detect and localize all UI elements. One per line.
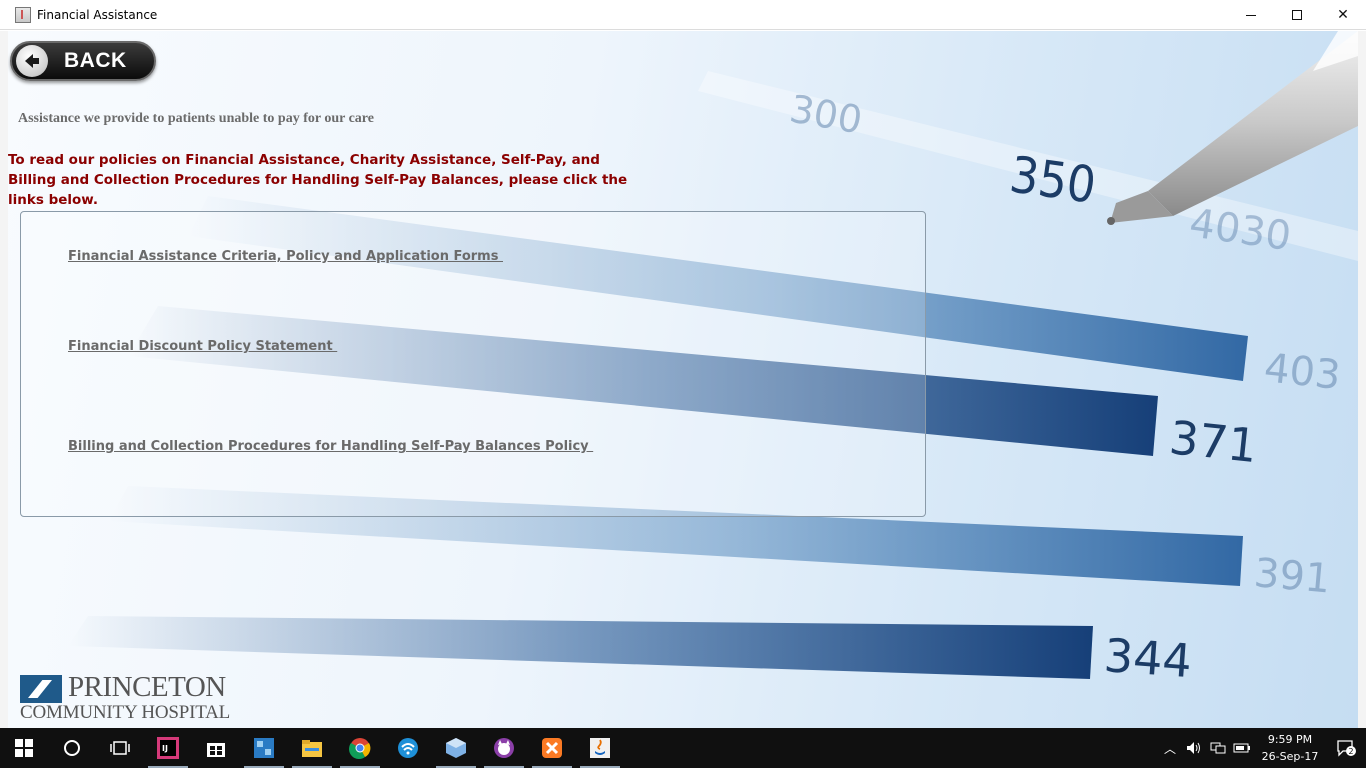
taskbar-app-file-explorer[interactable] — [288, 728, 336, 768]
app-window: Financial Assistance ✕ 350 371 344 300 4… — [0, 0, 1366, 728]
chart-value-blur: 391 — [1252, 550, 1332, 602]
maximize-button[interactable] — [1274, 0, 1320, 30]
content-area: 350 371 344 300 4030 403 391 BACK Assist… — [8, 31, 1358, 728]
tray-overflow-button[interactable]: ︿ — [1158, 728, 1182, 768]
chart-bar — [68, 616, 1093, 679]
taskbar-app-virtualbox[interactable] — [432, 728, 480, 768]
battery-button[interactable] — [1230, 728, 1254, 768]
chart-value-371: 371 — [1167, 410, 1260, 473]
windows-start-icon — [15, 739, 33, 757]
taskbar-app-cat[interactable] — [480, 728, 528, 768]
chart-value-blur: 403 — [1262, 345, 1343, 399]
network-button[interactable] — [1206, 728, 1230, 768]
cat-app-icon — [494, 738, 514, 758]
taskbar-app-java[interactable] — [576, 728, 624, 768]
chart-value-350: 350 — [1006, 145, 1099, 214]
java-icon — [590, 738, 610, 758]
task-view-icon — [110, 741, 130, 755]
file-explorer-icon — [302, 740, 322, 757]
minimize-icon — [1246, 14, 1256, 16]
taskbar-app-wifi[interactable] — [384, 728, 432, 768]
taskbar-app-chrome[interactable] — [336, 728, 384, 768]
back-button[interactable]: BACK — [10, 41, 156, 81]
window-title: Financial Assistance — [37, 7, 158, 22]
policy-links-panel: Financial Assistance Criteria, Policy an… — [20, 211, 926, 517]
notification-count: 2 — [1348, 747, 1353, 756]
speaker-icon — [1187, 742, 1200, 754]
link-financial-discount-policy[interactable]: Financial Discount Policy Statement — [68, 339, 337, 354]
taskbar: IJ ︿ 9:59 PM 26-Sep-17 2 — [0, 728, 1366, 768]
close-icon: ✕ — [1337, 7, 1349, 23]
chart-value-blur: 4030 — [1187, 200, 1294, 260]
link-billing-collection-procedures[interactable]: Billing and Collection Procedures for Ha… — [68, 439, 593, 454]
window-border-right — [1358, 31, 1366, 728]
clock-date: 26-Sep-17 — [1261, 750, 1319, 763]
minimize-button[interactable] — [1228, 0, 1274, 30]
intellij-icon: IJ — [157, 737, 179, 759]
taskbar-app-xampp[interactable] — [528, 728, 576, 768]
action-center-button[interactable]: 2 — [1326, 728, 1366, 768]
chrome-icon — [349, 738, 371, 759]
start-button[interactable] — [0, 728, 48, 768]
taskbar-app-store[interactable] — [192, 728, 240, 768]
chart-value-blur: 300 — [786, 87, 865, 143]
cortana-icon — [64, 740, 80, 756]
maximize-icon — [1292, 10, 1302, 20]
network-icon — [1210, 742, 1226, 754]
back-arrow-icon — [16, 45, 48, 77]
logo-text-line1: PRINCETON — [68, 671, 226, 703]
taskbar-app-intellij[interactable]: IJ — [144, 728, 192, 768]
back-button-label: BACK — [64, 49, 127, 72]
window-controls: ✕ — [1228, 0, 1366, 30]
netbeans-icon — [254, 738, 274, 758]
svg-text:IJ: IJ — [162, 744, 168, 753]
close-button[interactable]: ✕ — [1320, 0, 1366, 30]
pen-image — [1107, 31, 1358, 225]
xampp-icon — [542, 738, 562, 758]
chevron-up-icon: ︿ — [1163, 741, 1176, 756]
battery-icon — [1233, 743, 1250, 753]
store-icon — [207, 743, 225, 757]
logo-mark-icon — [20, 675, 62, 703]
notification-icon: 2 — [1337, 740, 1356, 757]
taskbar-app-netbeans[interactable] — [240, 728, 288, 768]
logo-text-line2: COMMUNITY HOSPITAL — [20, 702, 231, 723]
clock-time: 9:59 PM — [1267, 733, 1313, 746]
chart-value-344: 344 — [1102, 628, 1193, 688]
hospital-logo: PRINCETON COMMUNITY HOSPITAL — [20, 671, 244, 723]
system-clock[interactable]: 9:59 PM 26-Sep-17 — [1254, 731, 1326, 765]
system-tray: ︿ 9:59 PM 26-Sep-17 2 — [1158, 728, 1366, 768]
wifi-app-icon — [398, 738, 418, 758]
link-financial-assistance-criteria[interactable]: Financial Assistance Criteria, Policy an… — [68, 249, 503, 264]
virtualbox-icon — [446, 738, 466, 758]
page-subtitle: Assistance we provide to patients unable… — [18, 111, 374, 126]
intro-text: To read our policies on Financial Assist… — [8, 152, 628, 208]
window-border-left — [0, 31, 8, 728]
java-app-icon — [15, 6, 31, 23]
volume-button[interactable] — [1182, 728, 1206, 768]
title-bar: Financial Assistance ✕ — [0, 0, 1366, 30]
cortana-button[interactable] — [48, 728, 96, 768]
task-view-button[interactable] — [96, 728, 144, 768]
